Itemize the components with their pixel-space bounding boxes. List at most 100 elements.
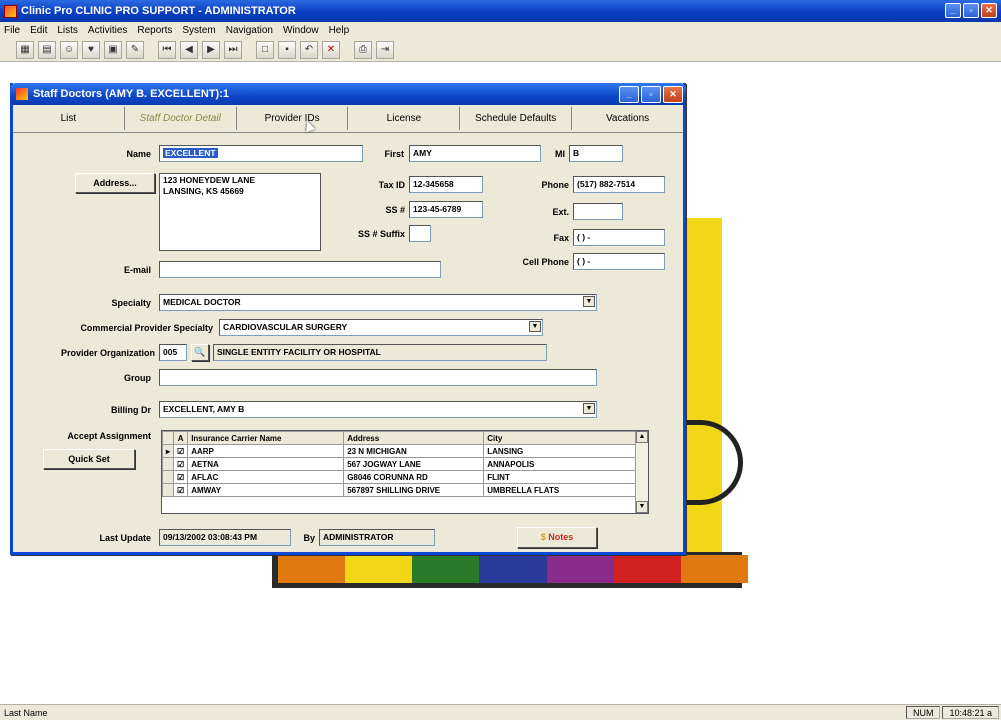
table-row[interactable]: ☑ AFLAC G8046 CORUNNA RD FLINT [161,470,636,484]
carrier-city-cell[interactable]: ANNAPOLIS [483,457,636,471]
heart-icon[interactable]: ♥ [82,40,100,59]
patient-icon[interactable]: ☺ [60,40,78,59]
ssn-field[interactable]: 123-45-6789 [409,201,483,218]
phone-field[interactable]: (517) 882-7514 [573,176,665,193]
email-field[interactable] [159,261,441,278]
scroll-down-icon[interactable]: ▼ [636,501,648,513]
carrier-address-cell[interactable]: 567 JOGWAY LANE [343,457,485,471]
menu-file[interactable]: File [4,25,20,36]
tax-id-field[interactable]: 12-345658 [409,176,483,193]
quick-set-button[interactable]: Quick Set [43,449,135,469]
grid-vertical-scrollbar[interactable]: ▲ ▼ [635,431,648,513]
ext-field[interactable] [573,203,623,220]
menu-bar: File Edit Lists Activities Reports Syste… [0,22,1001,38]
background-logo-ring [683,420,743,505]
save-icon[interactable]: ▪ [278,40,296,59]
search-icon[interactable]: 🔍 [191,344,209,361]
notes-button-label: Notes [548,532,574,542]
menu-window[interactable]: Window [283,25,319,36]
accept-checkbox[interactable]: ☑ [173,470,189,484]
specialty-dropdown[interactable]: MEDICAL DOCTOR ▼ [159,294,597,311]
undo-icon[interactable]: ↶ [300,40,318,59]
table-row[interactable]: ☑ AETNA 567 JOGWAY LANE ANNAPOLIS [161,457,636,471]
group-field[interactable] [159,369,597,386]
child-maximize-button[interactable]: ▫ [641,86,661,103]
accept-checkbox[interactable]: ☑ [173,483,189,497]
grid-header-accept[interactable]: A [173,431,189,445]
menu-edit[interactable]: Edit [30,25,47,36]
middle-initial-field[interactable]: B [569,145,623,162]
carrier-name-cell[interactable]: AARP [187,444,345,458]
minimize-button[interactable]: _ [945,3,961,18]
new-record-icon[interactable]: □ [256,40,274,59]
chevron-down-icon[interactable]: ▼ [583,403,595,414]
previous-record-icon[interactable]: ◀ [180,40,198,59]
notepad-icon[interactable]: ✎ [126,40,144,59]
tab-provider-ids[interactable]: Provider IDs [237,107,349,130]
last-update-field: 09/13/2002 03:08:43 PM [159,529,291,546]
insurance-carrier-grid[interactable]: A Insurance Carrier Name Address City ▸ … [161,430,649,514]
table-row[interactable]: ▸ ☑ AARP 23 N MICHIGAN LANSING [161,444,636,458]
menu-reports[interactable]: Reports [137,25,172,36]
carrier-address-cell[interactable]: 23 N MICHIGAN [343,444,485,458]
tab-license[interactable]: License [348,107,461,130]
carrier-city-cell[interactable]: UMBRELLA FLATS [483,483,636,497]
exit-icon[interactable]: ⇥ [376,40,394,59]
provider-org-code-field[interactable]: 005 [159,344,187,361]
group-label: Group [124,373,151,383]
maximize-button[interactable]: ▫ [963,3,979,18]
grid-header-carrier-name[interactable]: Insurance Carrier Name [187,431,345,445]
accept-checkbox[interactable]: ☑ [173,444,189,458]
first-record-icon[interactable]: ⏮ [158,40,176,59]
menu-lists[interactable]: Lists [57,25,78,36]
ssn-suffix-field[interactable] [409,225,431,242]
app-icon [4,4,17,18]
accept-checkbox[interactable]: ☑ [173,457,189,471]
carrier-name-cell[interactable]: AMWAY [187,483,345,497]
next-record-icon[interactable]: ▶ [202,40,220,59]
cell-phone-field[interactable]: ( ) - [573,253,665,270]
commercial-specialty-value: CARDIOVASCULAR SURGERY [223,322,348,332]
commercial-specialty-dropdown[interactable]: CARDIOVASCULAR SURGERY ▼ [219,319,543,336]
chevron-down-icon[interactable]: ▼ [529,321,541,332]
document-icon[interactable]: ▣ [104,40,122,59]
menu-activities[interactable]: Activities [88,25,127,36]
carrier-city-cell[interactable]: LANSING [483,444,636,458]
child-close-button[interactable]: ✕ [663,86,683,103]
menu-system[interactable]: System [182,25,215,36]
mi-label: MI [555,149,565,159]
tab-list[interactable]: List [13,107,125,130]
tab-strip: List Staff Doctor Detail Provider IDs Li… [13,105,683,133]
delete-icon[interactable]: ✕ [322,40,340,59]
chevron-down-icon[interactable]: ▼ [583,296,595,307]
calendar-icon[interactable]: ▤ [38,40,56,59]
table-row[interactable]: ☑ AMWAY 567897 SHILLING DRIVE UMBRELLA F… [161,483,636,497]
last-name-field[interactable]: EXCELLENT [159,145,363,162]
tab-vacations[interactable]: Vacations [572,107,683,130]
fax-field[interactable]: ( ) - [573,229,665,246]
child-minimize-button[interactable]: _ [619,86,639,103]
billing-dr-dropdown[interactable]: EXCELLENT, AMY B ▼ [159,401,597,418]
grid-header-city[interactable]: City [483,431,636,445]
menu-help[interactable]: Help [329,25,350,36]
carrier-address-cell[interactable]: G8046 CORUNNA RD [343,470,485,484]
address-field[interactable]: 123 HONEYDEW LANE LANSING, KS 45669 [159,173,321,251]
menu-navigation[interactable]: Navigation [226,25,273,36]
last-update-label: Last Update [99,533,151,543]
close-button[interactable]: ✕ [981,3,997,18]
tab-schedule-defaults[interactable]: Schedule Defaults [460,107,573,130]
carrier-city-cell[interactable]: FLINT [483,470,636,484]
carrier-name-cell[interactable]: AETNA [187,457,345,471]
notes-button[interactable]: $ Notes [517,527,597,548]
chart-icon[interactable]: ▦ [16,40,34,59]
first-name-field[interactable]: AMY [409,145,541,162]
carrier-address-cell[interactable]: 567897 SHILLING DRIVE [343,483,485,497]
carrier-name-cell[interactable]: AFLAC [187,470,345,484]
scroll-up-icon[interactable]: ▲ [636,431,648,443]
tab-staff-doctor-detail[interactable]: Staff Doctor Detail [125,107,237,130]
print-icon[interactable]: ⎙ [354,40,372,59]
last-record-icon[interactable]: ⏭ [224,40,242,59]
address-button[interactable]: Address... [75,173,155,193]
grid-header-address[interactable]: Address [343,431,485,445]
staff-doctors-title-bar: Staff Doctors (AMY B. EXCELLENT):1 _ ▫ ✕ [10,83,686,105]
